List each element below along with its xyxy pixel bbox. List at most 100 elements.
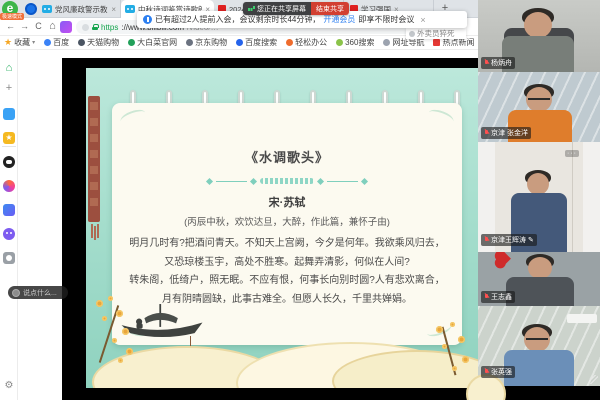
screen: e 极速模式 党风廉政警示教育片（ × 中秋诗词鉴赏诗歌朗诵 × 2024年国家… xyxy=(0,0,600,400)
edit-name-icon[interactable]: ✎ xyxy=(528,236,534,244)
osmanthus-flowers-right xyxy=(422,318,478,388)
bookmark-icon xyxy=(286,39,293,46)
participant-name-badge: 张英强 xyxy=(481,366,515,378)
bookmark-icon xyxy=(128,39,135,46)
poem-line: 明月几时有?把酒问青天。不知天上宫阙，今夕是何年。我欲乘风归去， xyxy=(112,235,462,254)
signal-icon xyxy=(248,5,255,12)
poem-title: 《水调歌头》 xyxy=(112,147,462,166)
apps-icon[interactable] xyxy=(60,21,72,33)
participant-name: 杨炳舟 xyxy=(491,58,512,68)
participant-name-badge: 王志鑫 xyxy=(481,291,515,303)
participant-name-badge: 京津 张金洋 xyxy=(481,127,531,139)
back-button[interactable]: ← xyxy=(4,20,17,33)
air-conditioner xyxy=(567,314,597,323)
mic-muted-icon xyxy=(484,60,489,67)
browser-logo-badge: 极速模式 xyxy=(0,13,24,20)
favorites-label: 收藏 xyxy=(14,37,30,48)
poem-card: 《水调歌头》 宋·苏轼 (丙辰中秋，欢饮达旦，大醉，作此篇，兼怀子由) 明月几时… xyxy=(112,103,462,345)
avatar-icon xyxy=(12,289,20,297)
participant-tile[interactable]: 张英强 xyxy=(478,306,600,386)
bookmark-baidu-search[interactable]: 百度搜索 xyxy=(236,37,277,48)
hot-search-text: 外卖员猝死 xyxy=(417,28,455,39)
participant-tile[interactable]: 京津 张金洋 xyxy=(478,72,600,142)
danmaku-placeholder: 说点什么... xyxy=(23,288,57,298)
mic-muted-icon xyxy=(484,237,489,244)
osmanthus-flowers-left xyxy=(86,294,152,386)
mic-muted-icon xyxy=(484,369,489,376)
caret-down-icon: ▾ xyxy=(32,39,35,46)
star-icon: ★ xyxy=(4,37,12,48)
stop-share-button[interactable]: 结束共享 xyxy=(311,2,349,15)
poem-line: 又恐琼楼玉宇，高处不胜寒。起舞弄清影，何似在人间? xyxy=(112,254,462,273)
video-app-icon[interactable] xyxy=(3,156,15,168)
bookmark-icon xyxy=(186,39,193,46)
more-options-button[interactable]: ··· xyxy=(565,150,579,157)
profile-icon[interactable] xyxy=(25,3,37,15)
bookmark-tmall[interactable]: 天猫购物 xyxy=(78,37,119,48)
notice-text: 已有超过2人提前入会，会议剩余时长44分钟， xyxy=(155,14,320,25)
participant-name-badge: 杨炳舟 xyxy=(481,57,515,69)
tab-education-film[interactable]: 党风廉政警示教育片（ × xyxy=(38,0,121,18)
ai-assistant-icon[interactable] xyxy=(3,180,15,192)
ornamental-divider xyxy=(207,178,367,184)
browser-side-toolbar: ⌂ + ★ ⚙ xyxy=(0,50,18,400)
gear-icon[interactable]: ⚙ xyxy=(3,380,15,392)
lock-icon xyxy=(92,24,98,30)
ai-tools-icon[interactable] xyxy=(3,204,15,216)
participant-name: 京津 张金洋 xyxy=(491,128,528,138)
participant-tile[interactable]: ··· 京津王辉涛 ✎ xyxy=(478,142,600,252)
vine-decoration xyxy=(119,107,148,127)
upgrade-membership-link[interactable]: 开通会员 xyxy=(323,14,355,25)
bookmark-icon xyxy=(336,39,343,46)
bookmark-jd[interactable]: 京东购物 xyxy=(186,37,227,48)
poem-author: 宋·苏轼 xyxy=(112,194,462,210)
chat-bot-icon[interactable] xyxy=(3,228,15,240)
participant-name: 京津王辉涛 xyxy=(491,235,526,245)
notice-close-icon[interactable]: × xyxy=(420,15,425,25)
bilibili-icon xyxy=(125,5,135,13)
reader-mode-icon[interactable] xyxy=(82,24,89,31)
video-content: 《水调歌头》 宋·苏轼 (丙辰中秋，欢饮达旦，大醉，作此篇，兼怀子由) 明月几时… xyxy=(86,68,478,388)
tab-label: 党风廉政警示教育片（ xyxy=(55,4,108,15)
favorites-menu[interactable]: ★ 收藏 ▾ xyxy=(4,37,35,48)
participant-tile[interactable]: 王志鑫 xyxy=(478,252,600,306)
bookmark-icon xyxy=(44,39,51,46)
favorites-icon[interactable]: ★ xyxy=(3,132,15,144)
participant-name: 王志鑫 xyxy=(491,292,512,302)
bookmark-dabaicai[interactable]: 大白菜官网 xyxy=(128,37,177,48)
bookmark-icon xyxy=(383,39,390,46)
tab-close-icon[interactable]: × xyxy=(111,5,116,14)
add-icon[interactable]: + xyxy=(3,82,15,94)
poem-line: 转朱阁，低绮户，照无眠。不应有恨，何事长向别时圆?人有悲欢离合， xyxy=(112,272,462,291)
mic-muted-icon xyxy=(484,130,489,137)
participant-name-badge: 京津王辉涛 ✎ xyxy=(481,234,537,246)
info-icon xyxy=(143,15,152,24)
search-dot-icon xyxy=(409,31,415,37)
share-status-text: 您正在共享屏幕 xyxy=(257,4,306,14)
participant-tile[interactable]: 杨炳舟 xyxy=(478,0,600,72)
hot-search-suggestion[interactable]: 外卖员猝死 xyxy=(406,28,466,39)
bookmark-baidu[interactable]: 百度 xyxy=(44,37,69,48)
forward-button[interactable]: → xyxy=(18,20,31,33)
collect-icon[interactable] xyxy=(3,108,15,120)
resize-handle[interactable] xyxy=(589,375,598,384)
mic-muted-icon xyxy=(484,294,489,301)
notice-suffix: 即享不限时会议 xyxy=(358,14,414,25)
bookmark-360-search[interactable]: 360搜索 xyxy=(336,37,374,48)
url-scheme: https xyxy=(101,23,118,32)
screen-share-banner: 您正在共享屏幕 结束共享 xyxy=(243,2,349,15)
meeting-participants-panel: 杨炳舟 京津 张金洋 ··· xyxy=(478,0,600,400)
refresh-button[interactable]: C xyxy=(32,20,45,33)
home-icon[interactable]: ⌂ xyxy=(3,62,15,74)
home-button[interactable]: ⌂ xyxy=(46,20,59,33)
bilibili-icon xyxy=(42,5,52,13)
danmaku-input[interactable]: 说点什么... xyxy=(8,286,68,299)
vine-decoration xyxy=(427,107,456,127)
bookmark-icon xyxy=(236,39,243,46)
bookmark-office[interactable]: 轻松办公 xyxy=(286,37,327,48)
bookmark-icon xyxy=(433,39,440,46)
extension-icon[interactable] xyxy=(3,252,15,264)
heart-balloon xyxy=(496,252,511,266)
video-player[interactable]: 《水调歌头》 宋·苏轼 (丙辰中秋，欢饮达旦，大醉，作此篇，兼怀子由) 明月几时… xyxy=(62,58,478,400)
participant-name: 张英强 xyxy=(491,367,512,377)
